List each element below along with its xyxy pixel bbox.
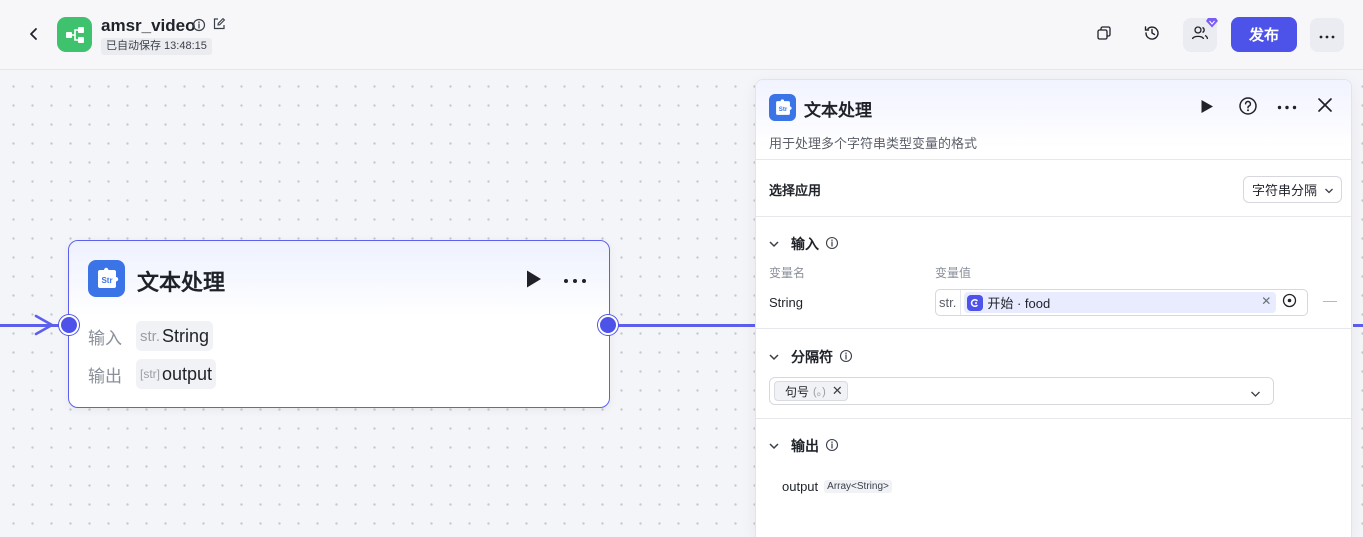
more-icon [1319,26,1335,44]
publish-button[interactable]: 发布 [1231,17,1297,52]
panel-run-icon[interactable] [1200,99,1214,119]
info-icon[interactable] [839,349,853,366]
separator-select[interactable]: 句号 (。) ✕ [769,377,1274,405]
save-status-badge: 已自动保存 13:48:15 [101,38,212,55]
info-icon[interactable] [192,18,206,37]
output-var-type-badge: Array<String> [824,480,892,493]
node-input-value: String [162,325,210,346]
output-section-header[interactable]: 输出 [769,436,839,456]
output-variable-row: output Array<String> [782,479,892,494]
app-title: amsr_video [101,16,196,35]
node-input-type: str. [140,327,161,345]
node-config-panel: Str 文本处理 用于处理多个字符串类型变量的格式 选择应用 字符串分隔 输入 [755,79,1352,537]
chevron-down-icon [1324,184,1334,199]
node-output-label: 输出 [88,366,122,386]
node-input-row: 输入 str. String [88,321,214,351]
close-icon[interactable] [1317,97,1333,118]
text-process-node[interactable]: Str 文本处理 输入 str. String 输出 [str] output [68,240,610,408]
separator-chip-hint: (。) [813,386,826,398]
workflow-app-icon [57,17,92,52]
back-icon[interactable] [22,22,46,46]
history-icon [1143,24,1161,47]
history-button[interactable] [1135,18,1169,52]
variable-reference-text: 开始 · food [987,296,1051,311]
remove-chip-icon[interactable]: ✕ [832,383,843,399]
collaborator-button[interactable] [1183,15,1218,52]
text-process-icon: Str [88,260,125,297]
help-icon[interactable] [1238,96,1258,121]
input-var-value-field[interactable]: str. 开始 · food ✕ [935,289,1308,316]
chevron-down-icon [1250,386,1261,404]
input-port[interactable] [59,315,79,335]
divider [756,328,1351,329]
select-app-value: 字符串分隔 [1252,183,1318,198]
node-input-label: 输入 [88,328,122,348]
copy-icon [1096,25,1112,46]
col-header-value: 变量值 [935,266,972,280]
node-output-tag: [str] output [136,359,217,389]
edit-icon[interactable] [212,17,226,36]
remove-variable-icon[interactable]: — [1323,292,1337,308]
output-var-name: output [782,479,819,494]
edge-arrow-icon [30,314,56,341]
input-section-title: 输入 [791,236,819,252]
separator-chip-label: 句号 [785,384,810,399]
panel-more-icon[interactable] [1277,95,1297,115]
input-var-name: String [769,295,803,310]
input-section-header[interactable]: 输入 [769,234,839,254]
top-bar: amsr_video 已自动保存 13:48:15 发布 [0,0,1363,70]
premium-gem-icon [1206,15,1218,28]
panel-text-process-icon: Str [769,94,796,121]
divider [756,216,1351,217]
collapse-chevron-icon [769,438,779,454]
outgoing-edge-tail [1353,324,1363,327]
col-header-name: 变量名 [769,266,806,280]
node-output-type: [str] [140,367,160,381]
select-app-dropdown[interactable]: 字符串分隔 [1243,176,1342,203]
svg-text:Str: Str [778,106,787,113]
variable-picker-icon[interactable] [1282,293,1297,313]
output-port[interactable] [598,315,618,335]
panel-description: 用于处理多个字符串类型变量的格式 [769,136,978,151]
start-node-icon [967,294,984,311]
more-menu-button[interactable] [1310,18,1344,52]
collapse-chevron-icon [769,236,779,252]
collapse-chevron-icon [769,349,779,365]
output-section-title: 输出 [791,438,819,454]
select-app-label: 选择应用 [769,183,822,198]
node-input-tag: str. String [136,321,214,351]
input-var-type: str. [936,290,962,315]
node-output-row: 输出 [str] output [88,359,217,389]
copy-button[interactable] [1087,18,1121,52]
run-icon[interactable] [525,269,543,294]
separator-section-header[interactable]: 分隔符 [769,347,853,367]
panel-title: 文本处理 [804,101,872,120]
node-output-value: output [162,363,213,384]
separator-chip: 句号 (。) ✕ [774,381,848,401]
node-more-icon[interactable] [563,267,587,290]
clear-icon[interactable]: ✕ [1261,294,1271,308]
svg-text:Str: Str [101,276,112,285]
info-icon[interactable] [825,438,839,455]
panel-header: Str 文本处理 用于处理多个字符串类型变量的格式 [756,80,1351,160]
outgoing-edge[interactable] [616,324,756,327]
node-title: 文本处理 [137,270,226,295]
info-icon[interactable] [825,236,839,253]
variable-reference-chip[interactable]: 开始 · food ✕ [964,292,1277,313]
divider [756,418,1351,419]
separator-section-title: 分隔符 [791,349,833,365]
